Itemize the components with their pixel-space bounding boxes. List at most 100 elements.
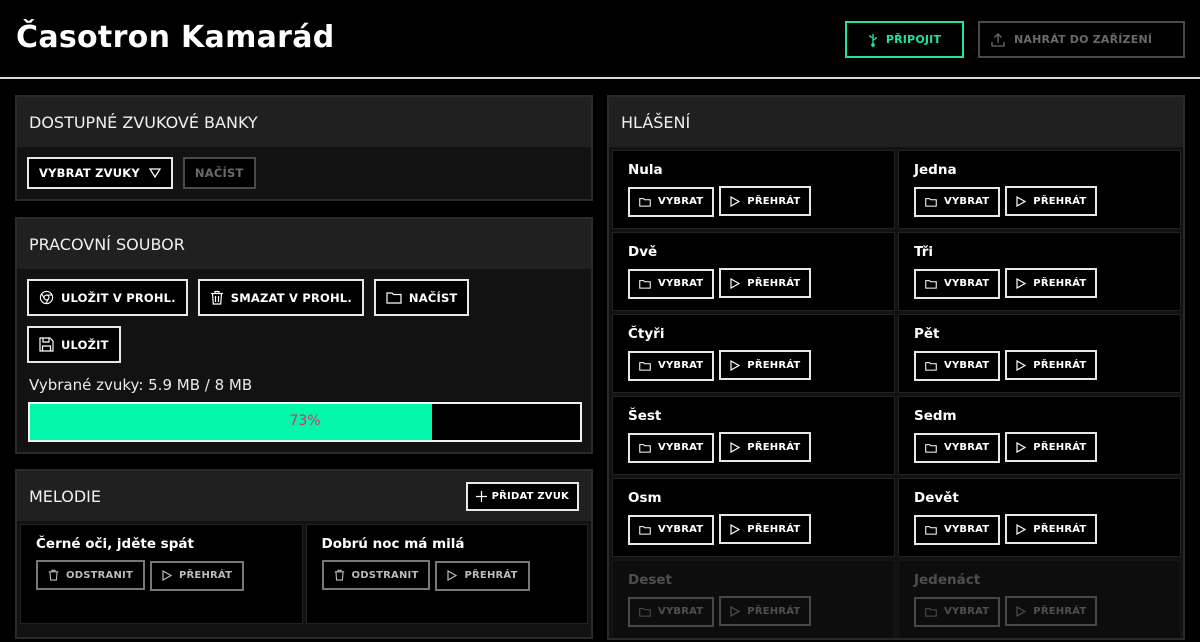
play-melody-label: PŘEHRÁT [464,570,518,581]
select-announcement-button[interactable]: VYBRAT [628,268,715,299]
announcement-name: Devět [914,490,959,506]
play-announcement-button[interactable]: PŘEHRÁT [719,432,812,462]
play-icon [730,441,741,453]
play-announcement-label: PŘEHRÁT [1033,277,1087,289]
play-announcement-label: PŘEHRÁT [1033,605,1087,617]
play-announcement-button[interactable]: PŘEHRÁT [1005,268,1098,298]
add-sound-label: PŘIDAT ZVUK [491,491,569,502]
play-announcement-label: PŘEHRÁT [747,605,801,617]
play-icon [1016,441,1027,453]
select-announcement-button[interactable]: VYBRAT [628,186,715,217]
folder-icon [639,361,651,371]
load-bank-label: NAČÍST [194,166,244,180]
play-announcement-label: PŘEHRÁT [747,441,801,453]
select-announcement-button[interactable]: VYBRAT [914,268,1001,299]
connect-button[interactable]: PŘIPOJIT [845,21,964,58]
delete-in-browser-button[interactable]: SMAZAT V PROHL. [197,279,364,316]
select-announcement-button[interactable]: VYBRAT [628,596,715,627]
play-announcement-label: PŘEHRÁT [1033,195,1087,207]
play-icon [730,195,741,207]
select-announcement-button[interactable]: VYBRAT [914,186,1001,217]
play-announcement-button[interactable]: PŘEHRÁT [719,350,812,380]
remove-melody-button[interactable]: ODSTRANIT [36,560,145,590]
add-sound-button[interactable]: PŘIDAT ZVUK [465,482,579,511]
selected-sounds-size: Vybrané zvuky: 5.9 MB / 8 MB [29,376,253,394]
select-announcement-button[interactable]: VYBRAT [914,596,1001,627]
announcement-card: Osm VYBRAT PŘEHRÁT [612,478,895,557]
play-icon [730,605,741,617]
delete-in-browser-label: SMAZAT V PROHL. [230,290,352,305]
app-header: Časotron Kamarád PŘIPOJIT NAHRÁT DO ZAŘÍ… [0,0,1200,79]
play-icon [1016,523,1027,535]
announcement-card: Pět VYBRAT PŘEHRÁT [898,314,1181,393]
announcements-title: HLÁŠENÍ [609,97,1183,147]
select-announcement-button[interactable]: VYBRAT [914,432,1001,463]
select-announcement-button[interactable]: VYBRAT [914,514,1001,545]
select-announcement-button[interactable]: VYBRAT [628,350,715,381]
chrome-icon [39,290,54,305]
play-icon [1016,195,1027,207]
announcement-card: Šest VYBRAT PŘEHRÁT [612,396,895,475]
play-announcement-button[interactable]: PŘEHRÁT [719,186,812,216]
play-announcement-button[interactable]: PŘEHRÁT [1005,514,1098,544]
play-melody-label: PŘEHRÁT [178,570,233,581]
save-in-browser-button[interactable]: ULOŽIT V PROHL. [27,279,188,316]
announcement-card: Jedenáct VYBRAT PŘEHRÁT [898,560,1181,639]
play-announcement-button[interactable]: PŘEHRÁT [719,268,812,298]
announcement-card: Deset VYBRAT PŘEHRÁT [612,560,895,639]
play-announcement-label: PŘEHRÁT [747,195,801,207]
select-sounds-dropdown[interactable]: VYBRAT ZVUKY [27,157,173,189]
announcement-name: Nula [628,162,663,178]
announcement-name: Čtyři [628,326,665,342]
load-bank-button[interactable]: NAČÍST [182,157,256,189]
announcement-name: Tři [914,244,934,260]
play-melody-button[interactable]: PŘEHRÁT [435,560,530,591]
play-announcement-button[interactable]: PŘEHRÁT [1005,350,1098,380]
melody-card: Černé oči, jděte spát ODSTRANIT PŘEHRÁT [20,524,303,624]
play-announcement-button[interactable]: PŘEHRÁT [719,514,812,544]
connect-label: PŘIPOJIT [885,33,942,46]
save-file-label: ULOŽIT [61,337,109,352]
announcements-panel: HLÁŠENÍ Nula VYBRAT PŘEHRÁT Jedna VYBRAT PŘEH… [607,95,1185,640]
folder-icon [639,443,651,453]
announcement-card: Dvě VYBRAT PŘEHRÁT [612,232,895,311]
upload-to-device-button[interactable]: NAHRÁT DO ZAŘÍZENÍ [978,21,1185,58]
melody-name: Dobrú noc má milá [321,536,465,552]
select-announcement-button[interactable]: VYBRAT [628,514,715,545]
play-announcement-button[interactable]: PŘEHRÁT [1005,186,1098,216]
select-announcement-label: VYBRAT [658,606,704,617]
announcement-name: Pět [914,326,940,342]
announcement-name: Osm [628,490,662,506]
play-melody-button[interactable]: PŘEHRÁT [149,560,245,591]
select-announcement-label: VYBRAT [944,524,990,535]
select-announcement-label: VYBRAT [658,442,704,453]
select-announcement-label: VYBRAT [944,606,990,617]
select-announcement-label: VYBRAT [658,360,704,371]
announcement-card: Devět VYBRAT PŘEHRÁT [898,478,1181,557]
load-file-label: NAČÍST [408,290,458,305]
load-file-button[interactable]: NAČÍST [373,279,470,316]
upload-icon [990,32,1006,48]
melody-card: Dobrú noc má milá ODSTRANIT PŘEHRÁT [305,524,588,624]
announcement-name: Deset [628,572,673,588]
play-announcement-button[interactable]: PŘEHRÁT [1005,596,1098,626]
floppy-disk-icon [39,337,54,352]
folder-icon [925,443,937,453]
select-announcement-label: VYBRAT [944,196,990,207]
remove-melody-label: ODSTRANIT [351,569,419,581]
save-file-button[interactable]: ULOŽIT [27,326,121,363]
announcement-card: Nula VYBRAT PŘEHRÁT [612,150,895,229]
remove-melody-button[interactable]: ODSTRANIT [321,560,431,590]
select-announcement-button[interactable]: VYBRAT [628,432,715,463]
announcement-name: Dvě [628,244,658,260]
folder-icon [925,197,937,207]
play-announcement-button[interactable]: PŘEHRÁT [1005,432,1098,462]
select-announcement-button[interactable]: VYBRAT [914,350,1001,381]
select-announcement-label: VYBRAT [658,524,704,535]
announcement-name: Sedm [914,408,957,424]
sound-banks-title: DOSTUPNÉ ZVUKOVÉ BANKY [17,97,591,147]
play-announcement-label: PŘEHRÁT [747,523,801,535]
trash-icon [334,569,345,581]
play-announcement-button[interactable]: PŘEHRÁT [719,596,812,626]
play-announcement-label: PŘEHRÁT [1033,359,1087,371]
